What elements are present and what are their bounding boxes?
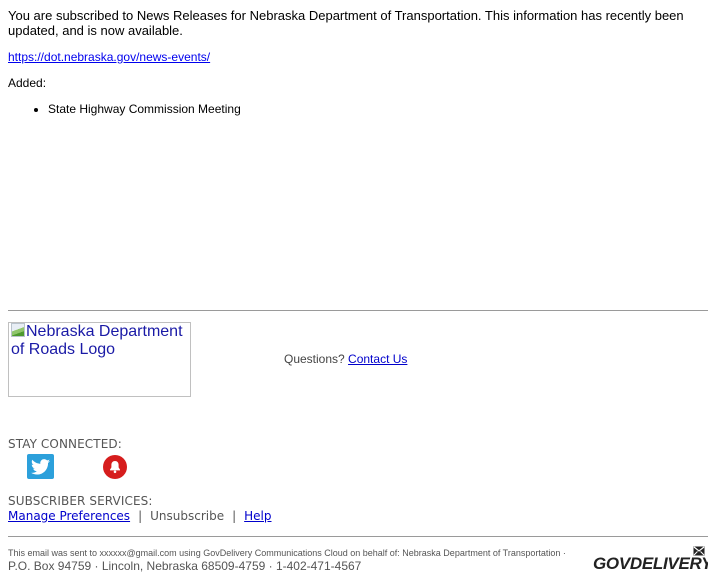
added-list: State Highway Commission Meeting xyxy=(8,102,241,116)
separator: | xyxy=(232,509,237,523)
envelope-icon xyxy=(693,546,705,556)
questions-line: Questions? Contact Us xyxy=(284,352,407,366)
contact-us-link[interactable]: Contact Us xyxy=(348,352,407,366)
separator: | xyxy=(138,509,143,523)
list-item: State Highway Commission Meeting xyxy=(48,102,241,116)
logo-alt-text: Nebraska Department of Roads Logo xyxy=(11,323,183,358)
news-events-link[interactable]: https://dot.nebraska.gov/news-events/ xyxy=(8,50,210,64)
footer-disclaimer: This email was sent to xxxxxx@gmail.com … xyxy=(8,547,578,574)
questions-label: Questions? xyxy=(284,352,345,366)
mailing-address: P.O. Box 94759 · Lincoln, Nebraska 68509… xyxy=(8,559,362,573)
stay-connected-label: STAY CONNECTED: xyxy=(8,437,122,451)
help-link[interactable]: Help xyxy=(244,509,271,523)
divider xyxy=(8,310,708,311)
added-label: Added: xyxy=(8,76,47,90)
sent-to-text: This email was sent to xxxxxx@gmail.com … xyxy=(8,548,566,558)
divider xyxy=(8,536,708,537)
govdelivery-logo[interactable]: GOVDELIVERY xyxy=(593,554,708,574)
broken-image-icon xyxy=(11,323,25,337)
manage-preferences-link[interactable]: Manage Preferences xyxy=(8,509,130,523)
bell-icon[interactable] xyxy=(103,455,127,479)
subscriber-services-label: SUBSCRIBER SERVICES: xyxy=(8,494,153,508)
intro-text: You are subscribed to News Releases for … xyxy=(8,8,684,38)
agency-logo[interactable]: Nebraska Department of Roads Logo xyxy=(8,322,191,397)
twitter-icon[interactable] xyxy=(27,454,54,479)
subscriber-services-links: Manage Preferences | Unsubscribe | Help xyxy=(8,509,272,523)
unsubscribe-link[interactable]: Unsubscribe xyxy=(150,509,224,523)
